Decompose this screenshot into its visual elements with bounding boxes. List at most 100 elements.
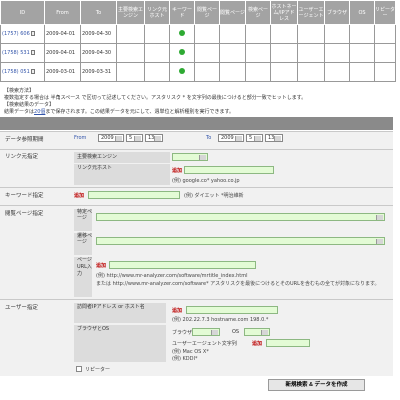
from-month-select[interactable]: 5 xyxy=(126,134,143,142)
url-example-2: または http://www.mr-analyzer.com/software*… xyxy=(96,281,380,287)
chevron-down-icon xyxy=(255,136,261,141)
pages-section: 閲覧ページ指定 特定ページ 遷移ページ ページURL入力 追加 (例) http… xyxy=(0,205,393,299)
ip-label: 訪問者IPアドレス or ホスト名 xyxy=(74,303,166,323)
document-icon[interactable] xyxy=(31,31,36,36)
check-icon xyxy=(179,68,185,74)
col-header: ブラウザ xyxy=(324,0,350,25)
host-input[interactable] xyxy=(184,166,274,174)
col-header: To xyxy=(80,0,117,25)
data-text: まで保存されます。この結果データを元にして、週単位と解析種別を実行できます。 xyxy=(45,109,234,115)
method-title: 【検索方法】 xyxy=(4,88,35,94)
user-label: ユーザー指定 xyxy=(5,305,38,311)
table-row: (1758) 051 2009-03-01 2009-03-31 xyxy=(0,62,396,82)
keyword-input[interactable] xyxy=(88,191,180,199)
history-table: ID From To 主要検索エンジン リンク元ホスト キーワード 閲覧ページ … xyxy=(0,0,396,82)
col-header: OS xyxy=(349,0,375,25)
col-header: リンク元ホスト xyxy=(144,0,170,25)
ip-input[interactable] xyxy=(186,306,278,314)
check-icon xyxy=(179,49,185,55)
col-header: ID xyxy=(0,0,45,25)
ua-example-2: (例) KDDI* xyxy=(172,356,198,362)
transition-page-label: 遷移ページ xyxy=(74,233,92,255)
history-from: 2009-04-01 xyxy=(44,24,81,44)
to-day-select[interactable]: 13 xyxy=(265,134,283,142)
pages-label: 閲覧ページ指定 xyxy=(5,211,44,217)
table-row: (1758) 531 2009-04-01 2009-04-30 xyxy=(0,43,396,63)
ua-input[interactable] xyxy=(266,339,310,347)
chevron-down-icon xyxy=(236,136,242,141)
add-host-button[interactable]: 追加 xyxy=(172,168,182,174)
add-ip-button[interactable]: 追加 xyxy=(172,308,182,314)
section-separator xyxy=(0,117,393,130)
history-header-row: ID From To 主要検索エンジン リンク元ホスト キーワード 閲覧ページ … xyxy=(0,0,396,25)
col-header: From xyxy=(44,0,81,25)
engine-label: 主要検索エンジン xyxy=(74,152,170,163)
col-header: 主要検索エンジン xyxy=(116,0,145,25)
data-text: 結果データは xyxy=(4,109,35,115)
chevron-down-icon xyxy=(116,136,122,141)
period-label: データ参照期間 xyxy=(5,137,44,143)
col-header: リピーター xyxy=(374,0,396,25)
os-label: OS xyxy=(232,329,240,335)
add-ua-button[interactable]: 追加 xyxy=(252,341,262,347)
host-label: リンク元ホスト xyxy=(74,164,170,185)
col-header: ホストネーム/IPアドレス xyxy=(270,0,298,25)
to-year-select[interactable]: 2009 xyxy=(218,134,244,142)
document-icon[interactable] xyxy=(31,50,36,55)
specific-page-select[interactable] xyxy=(96,213,385,221)
history-from: 2009-04-01 xyxy=(44,43,81,63)
ua-example-1: (例) Mac OS X* xyxy=(172,349,209,355)
chevron-down-icon xyxy=(377,215,383,220)
col-header: ユーザーエージェント xyxy=(297,0,325,25)
check-icon xyxy=(179,30,185,36)
page-url-input[interactable] xyxy=(109,261,256,269)
browser-label: ブラウザ xyxy=(172,330,193,336)
data-title: 【検索結果のデータ】 xyxy=(4,102,55,108)
history-id-link[interactable]: (1758) 051 xyxy=(2,69,30,75)
chevron-down-icon xyxy=(155,136,161,141)
url-example-1: (例) http://www.mr-analyzer.com/software/… xyxy=(96,273,248,279)
col-header: 閲覧ページ xyxy=(219,0,246,25)
from-day-select[interactable]: 13 xyxy=(145,134,163,142)
col-header: 閲覧ページ xyxy=(194,0,220,25)
repeater-checkbox[interactable] xyxy=(76,366,82,372)
engine-select[interactable] xyxy=(172,153,208,161)
keyword-section: キーワード指定 追加 (例) ダイエット *明治維新 xyxy=(0,187,393,205)
chevron-down-icon xyxy=(135,136,141,141)
keyword-label: キーワード指定 xyxy=(5,193,44,199)
chevron-down-icon xyxy=(212,330,218,335)
period-section: データ参照期間 From 2009 5 13 To 2009 5 13 xyxy=(0,131,393,149)
add-keyword-button[interactable]: 追加 xyxy=(74,193,84,199)
data-limit-link[interactable]: 20個 xyxy=(34,109,45,115)
chevron-down-icon xyxy=(377,239,383,244)
chevron-down-icon xyxy=(262,330,268,335)
transition-page-select[interactable] xyxy=(96,237,385,245)
to-month-select[interactable]: 5 xyxy=(246,134,263,142)
create-search-button[interactable]: 新規検索 & データを作成 xyxy=(268,379,365,391)
history-id-link[interactable]: (1758) 531 xyxy=(2,50,30,56)
history-id-link[interactable]: (1757) 606 xyxy=(2,31,30,37)
referrer-section: リンク元指定 主要検索エンジン リンク元ホスト 追加 (例) google.co… xyxy=(0,149,393,187)
ua-label: ユーザーエージェント文字列 xyxy=(172,341,237,347)
col-header: 検索ページ xyxy=(245,0,271,25)
chevron-down-icon xyxy=(275,136,281,141)
history-to: 2009-04-30 xyxy=(80,24,117,44)
chevron-down-icon xyxy=(200,155,206,160)
host-example: (例) google.co* yahoo.co.jp xyxy=(172,178,240,184)
keyword-example: (例) ダイエット *明治維新 xyxy=(184,193,244,199)
history-to: 2009-03-31 xyxy=(80,62,117,82)
browser-os-label: ブラウザとOS xyxy=(74,325,166,362)
browser-select[interactable] xyxy=(192,328,220,336)
to-label: To xyxy=(206,135,212,141)
history-to: 2009-04-30 xyxy=(80,43,117,63)
document-icon[interactable] xyxy=(31,69,36,74)
user-section: ユーザー指定 訪問者IPアドレス or ホスト名 追加 (例) 202.22.7… xyxy=(0,299,393,376)
history-from: 2009-03-01 xyxy=(44,62,81,82)
method-text: 複数指定する場合は 半角スペース で区切って記述してください。アスタリスク * … xyxy=(4,95,307,101)
os-select[interactable] xyxy=(244,328,270,336)
referrer-label: リンク元指定 xyxy=(5,154,39,160)
col-header: キーワード xyxy=(169,0,195,25)
from-year-select[interactable]: 2009 xyxy=(98,134,124,142)
table-row: (1757) 606 2009-04-01 2009-04-30 xyxy=(0,24,396,44)
add-url-button[interactable]: 追加 xyxy=(96,263,106,269)
